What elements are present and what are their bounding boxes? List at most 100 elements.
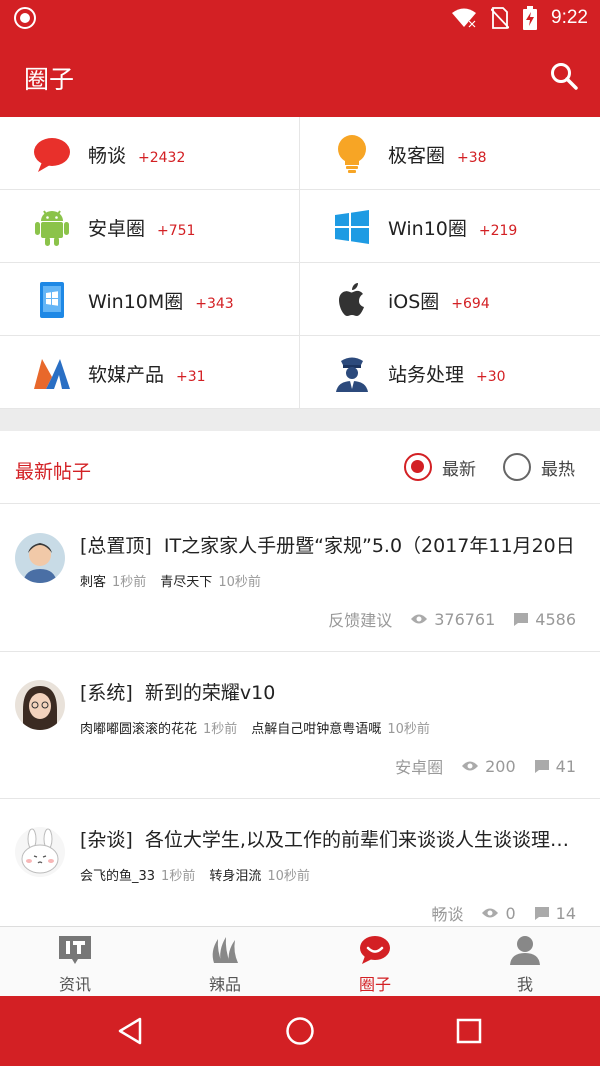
battery-charging-icon — [523, 6, 538, 30]
post-replier[interactable]: 点解自己咁钟意粤语嘅 — [251, 722, 381, 737]
avatar[interactable] — [15, 680, 65, 730]
circle-item-android[interactable]: 安卓圈 +751 — [0, 190, 300, 263]
post-meta: 会飞的鱼_33 1秒前 转身泪流 10秒前 — [80, 865, 324, 884]
windows-mobile-icon — [40, 282, 64, 318]
post-comments: 14 — [555, 903, 576, 923]
circle-count: +38 — [457, 150, 487, 166]
home-icon[interactable] — [283, 1014, 317, 1048]
circle-chat-icon — [360, 936, 390, 964]
post-reply-time: 10秒前 — [387, 722, 430, 737]
section-divider — [0, 409, 600, 431]
post-replier[interactable]: 青尽天下 — [160, 575, 212, 590]
post-item[interactable]: [杂谈] 各位大学生,以及工作的前辈们来谈谈人生谈谈理想吧 会飞的鱼_33 1秒前… — [0, 799, 600, 946]
post-author[interactable]: 刺客 — [80, 575, 106, 590]
post-comments: 4586 — [535, 609, 576, 629]
no-sim-icon — [491, 7, 510, 29]
ruanmei-logo-icon — [34, 359, 70, 389]
status-bar: 9:22 — [0, 0, 600, 36]
circle-grid: 畅谈 +2432 极客圈 +38 安卓圈 +751 Win10圈 +219 Wi… — [0, 117, 600, 409]
circle-item-win10m[interactable]: Win10M圈 +343 — [0, 263, 300, 336]
comment-icon — [514, 612, 529, 626]
tab-label: 辣品 — [208, 975, 241, 994]
search-icon[interactable] — [548, 60, 580, 92]
chili-icon — [212, 937, 238, 963]
circle-item-changtan[interactable]: 畅谈 +2432 — [0, 117, 300, 190]
tab-news[interactable]: 资讯 — [0, 927, 150, 997]
post-author-time: 1秒前 — [112, 575, 147, 590]
post-reply-time: 10秒前 — [218, 575, 261, 590]
circle-count: +751 — [157, 223, 196, 239]
tab-me[interactable]: 我 — [450, 927, 600, 997]
post-meta: 刺客 1秒前 青尽天下 10秒前 — [80, 571, 275, 590]
circle-count: +30 — [476, 369, 506, 385]
circle-item-zhanwu[interactable]: 站务处理 +30 — [300, 336, 600, 409]
post-title-row: [总置顶] IT之家家人手册暨“家规”5.0（2017年11月20日 — [80, 531, 585, 558]
officer-icon — [336, 357, 368, 392]
sort-latest-label: 最新 — [442, 459, 476, 480]
app-bar: 圈子 — [0, 36, 600, 117]
tab-lapin[interactable]: 辣品 — [150, 927, 300, 997]
circle-name: Win10M圈 — [88, 291, 184, 313]
latest-posts-header: 最新帖子 最新 最热 — [0, 431, 600, 504]
apple-icon — [339, 283, 364, 316]
post-author[interactable]: 会飞的鱼_33 — [80, 869, 155, 884]
sort-hottest-label: 最热 — [541, 459, 575, 480]
post-comments: 41 — [555, 756, 576, 776]
circle-count: +219 — [478, 223, 518, 239]
post-stats: 畅谈 0 14 — [431, 901, 576, 925]
circle-count: +31 — [176, 369, 206, 385]
post-tag: [总置顶] — [80, 535, 152, 557]
post-author[interactable]: 肉嘟嘟圆滚滚的花花 — [80, 722, 197, 737]
post-reply-time: 10秒前 — [267, 869, 310, 884]
circle-name: 安卓圈 — [88, 218, 146, 240]
post-author-time: 1秒前 — [203, 722, 238, 737]
tab-label: 圈子 — [358, 975, 391, 994]
post-title: 新到的荣耀v10 — [144, 682, 276, 704]
avatar[interactable] — [15, 533, 65, 583]
circle-name: 极客圈 — [388, 145, 446, 167]
section-title: 最新帖子 — [15, 461, 92, 483]
post-replier[interactable]: 转身泪流 — [209, 869, 261, 884]
circle-count: +343 — [195, 296, 234, 312]
circle-name: 站务处理 — [388, 364, 465, 386]
post-board[interactable]: 安卓圈 — [395, 754, 443, 778]
post-views: 0 — [505, 903, 516, 923]
post-board[interactable]: 畅谈 — [431, 901, 463, 925]
windows-icon — [335, 210, 369, 244]
recents-icon[interactable] — [452, 1014, 486, 1048]
circle-count: +694 — [451, 296, 490, 312]
person-icon — [510, 936, 540, 965]
post-item[interactable]: [总置顶] IT之家家人手册暨“家规”5.0（2017年11月20日 刺客 1秒前… — [0, 505, 600, 652]
tab-label: 我 — [516, 975, 533, 994]
page-title: 圈子 — [24, 65, 75, 94]
circle-name: 畅谈 — [88, 145, 127, 167]
circle-item-win10[interactable]: Win10圈 +219 — [300, 190, 600, 263]
sort-hottest-radio[interactable]: 最热 — [503, 453, 575, 481]
circle-name: 软媒产品 — [88, 364, 165, 386]
sort-latest-radio[interactable]: 最新 — [404, 453, 476, 481]
bottom-tab-bar: 资讯 辣品 圈子 我 — [0, 926, 600, 996]
android-icon — [35, 210, 69, 246]
comment-icon — [534, 906, 549, 920]
tab-circle[interactable]: 圈子 — [300, 927, 450, 997]
post-title: IT之家家人手册暨“家规”5.0（2017年11月20日 — [163, 535, 575, 557]
eye-icon — [462, 761, 479, 771]
avatar[interactable] — [15, 827, 65, 877]
post-views: 376761 — [434, 609, 496, 629]
radio-unselected-icon — [503, 453, 531, 481]
circle-item-ios[interactable]: iOS圈 +694 — [300, 263, 600, 336]
circle-item-ruanmei[interactable]: 软媒产品 +31 — [0, 336, 300, 409]
circle-name: Win10圈 — [388, 218, 467, 240]
circle-item-jike[interactable]: 极客圈 +38 — [300, 117, 600, 190]
back-icon[interactable] — [113, 1014, 147, 1048]
post-item[interactable]: [系统] 新到的荣耀v10 肉嘟嘟圆滚滚的花花 1秒前 点解自己咁钟意粤语嘅 10秒前… — [0, 652, 600, 799]
post-title-row: [杂谈] 各位大学生,以及工作的前辈们来谈谈人生谈谈理想吧 — [80, 825, 585, 852]
it-news-icon — [59, 936, 91, 964]
post-tag: [杂谈] — [80, 829, 133, 851]
post-tag: [系统] — [80, 682, 133, 704]
post-title-row: [系统] 新到的荣耀v10 — [80, 678, 585, 705]
post-stats: 反馈建议 376761 4586 — [328, 607, 576, 631]
post-board[interactable]: 反馈建议 — [328, 607, 392, 631]
lightbulb-icon — [338, 135, 366, 173]
radio-selected-icon — [404, 453, 432, 481]
